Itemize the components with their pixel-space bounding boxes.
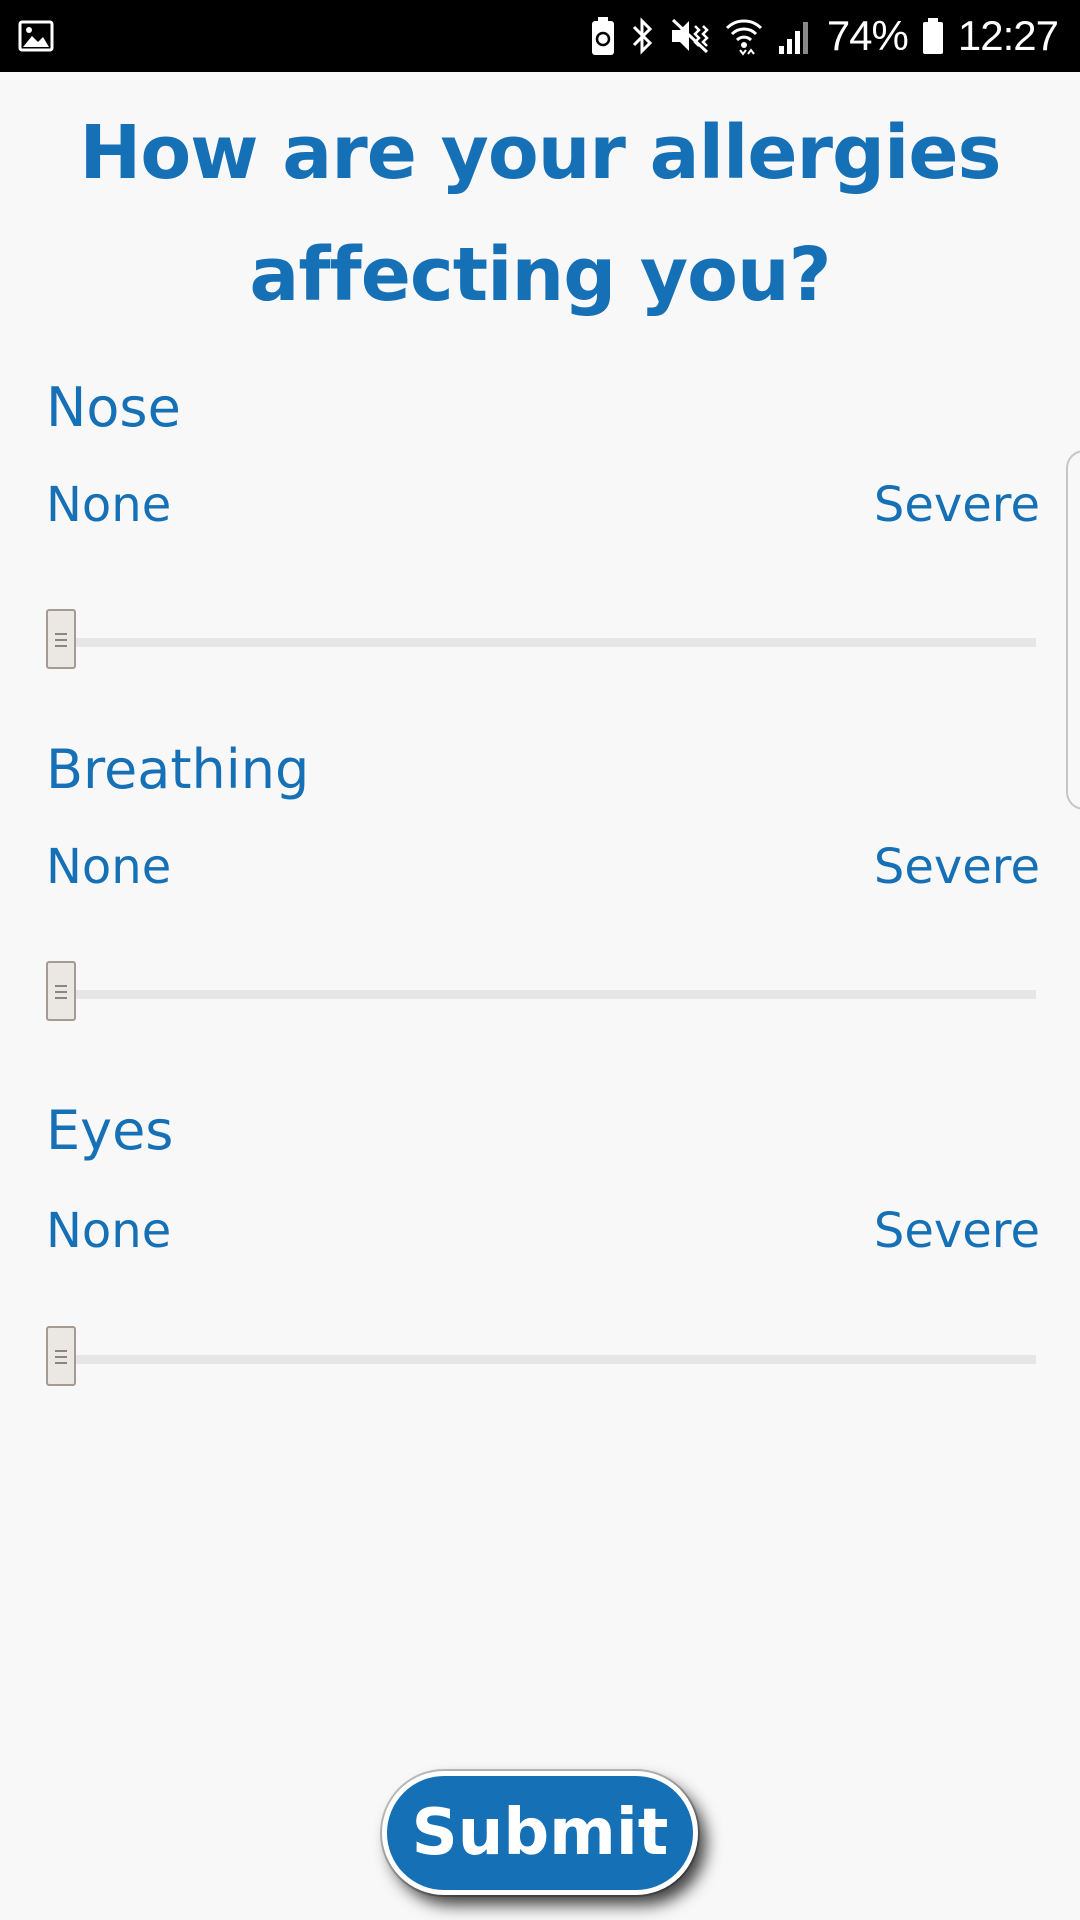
battery-saver-icon [591, 16, 615, 56]
slider-thumb[interactable] [46, 961, 76, 1021]
slider-track [46, 1355, 1036, 1364]
grip-line [55, 639, 67, 641]
page-title: How are your allergies affecting you? [79, 110, 1001, 318]
breathing-severity-slider[interactable] [46, 961, 1036, 1025]
section-title: Breathing [46, 738, 310, 801]
signal-icon [777, 16, 813, 56]
mute-vibrate-icon [669, 16, 711, 56]
section-title: Eyes [46, 1099, 174, 1162]
grip-line [55, 633, 67, 635]
slider-thumb[interactable] [46, 609, 76, 669]
battery-percent: 74% [826, 12, 909, 59]
slider-track [46, 638, 1036, 647]
scale-max-label: Severe [873, 477, 1040, 533]
grip-line [55, 991, 67, 993]
symptom-section-nose: Nose None Severe [46, 376, 1040, 677]
grip-line [55, 1362, 67, 1364]
section-title: Nose [46, 376, 181, 439]
status-icons: 74% 12:27 [591, 0, 1059, 72]
scale-min-label: None [46, 839, 172, 895]
symptom-section-breathing: Breathing None Severe [46, 738, 1040, 1039]
grip-line [55, 1356, 67, 1358]
wifi-icon [725, 16, 763, 56]
grip-line [55, 1350, 67, 1352]
scale-max-label: Severe [873, 1203, 1040, 1259]
slider-track [46, 990, 1036, 999]
status-bar: 74% 12:27 [0, 0, 1080, 72]
scale-max-label: Severe [873, 839, 1040, 895]
slider-thumb[interactable] [46, 1326, 76, 1386]
submit-button[interactable]: Submit [382, 1771, 698, 1895]
scale-min-label: None [46, 477, 172, 533]
grip-line [55, 645, 67, 647]
image-notification-icon [18, 18, 54, 54]
grip-line [55, 985, 67, 987]
symptom-section-eyes: Eyes None Severe [46, 1099, 1040, 1400]
edge-panel-handle[interactable] [1066, 450, 1080, 810]
scale-min-label: None [46, 1203, 172, 1259]
battery-icon [922, 16, 944, 56]
eyes-severity-slider[interactable] [46, 1326, 1036, 1390]
grip-line [55, 997, 67, 999]
bluetooth-icon [629, 16, 655, 56]
nose-severity-slider[interactable] [46, 609, 1036, 673]
clock: 12:27 [957, 12, 1059, 59]
